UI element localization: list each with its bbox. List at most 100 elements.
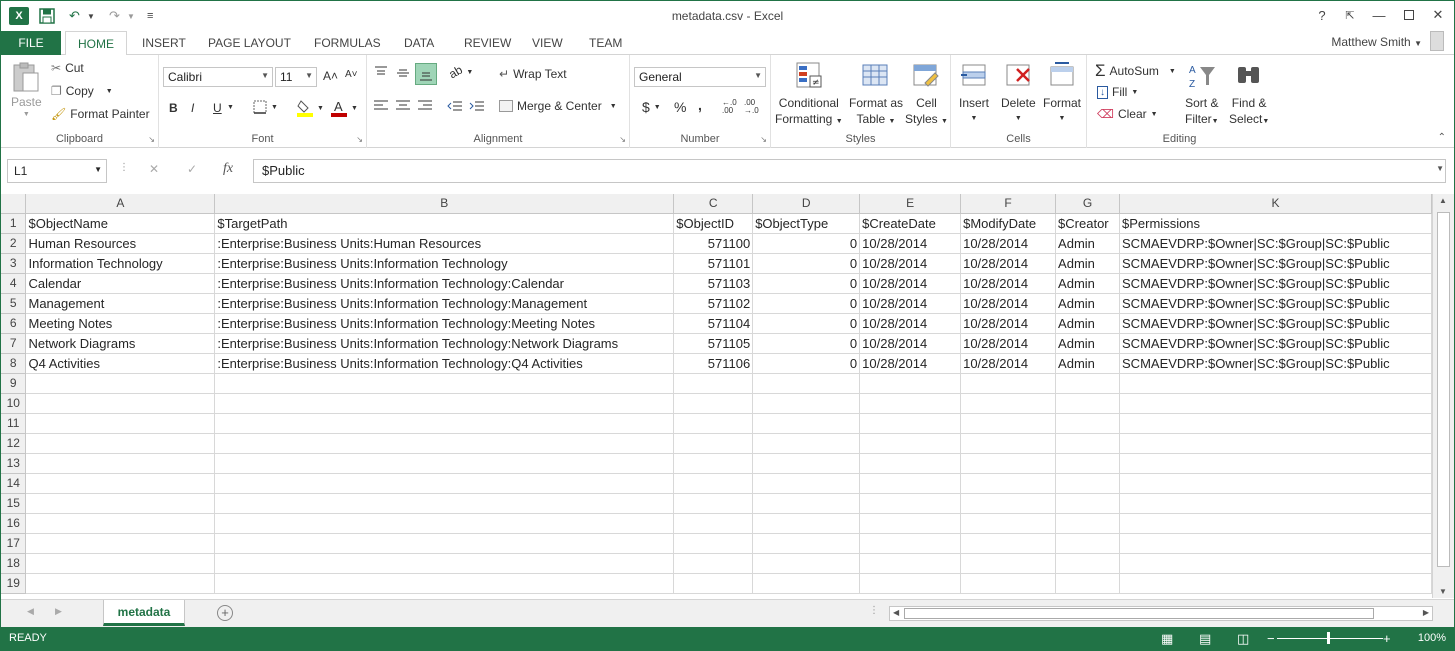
zoom-slider[interactable] <box>1277 638 1383 639</box>
row-header[interactable]: 8 <box>1 353 27 374</box>
grid-cell[interactable] <box>214 553 675 574</box>
percent-button[interactable]: % <box>674 99 686 115</box>
grid-cell[interactable] <box>25 553 216 574</box>
grid-cell[interactable] <box>214 393 675 414</box>
grid-cell[interactable]: 10/28/2014 <box>960 273 1057 294</box>
grid-cell[interactable]: SCMAEVDRP:$Owner|SC:$Group|SC:$Public <box>1119 313 1432 334</box>
grid-cell[interactable] <box>25 433 216 454</box>
grid-cell[interactable] <box>960 493 1057 514</box>
vertical-scroll-thumb[interactable] <box>1437 212 1450 567</box>
scroll-down-icon[interactable]: ▼ <box>1439 587 1447 596</box>
formula-input[interactable]: $Public <box>253 159 1446 183</box>
grid-cell[interactable]: SCMAEVDRP:$Owner|SC:$Group|SC:$Public <box>1119 333 1432 354</box>
grid-cell[interactable]: 571104 <box>673 313 754 334</box>
column-header[interactable]: B <box>214 194 675 214</box>
grid-cell[interactable] <box>1119 393 1432 414</box>
grid-cell[interactable]: $TargetPath <box>214 213 675 234</box>
row-header[interactable]: 7 <box>1 333 27 354</box>
grid-cell[interactable] <box>25 533 216 554</box>
grid-cell[interactable] <box>752 393 861 414</box>
cut-button[interactable]: ✂ Cut <box>51 61 84 75</box>
format-as-table-button[interactable]: Format as Table ▼ <box>849 61 903 130</box>
zoom-out-button[interactable]: − <box>1267 631 1275 646</box>
tab-data[interactable]: DATA <box>404 31 434 55</box>
grid-cell[interactable]: SCMAEVDRP:$Owner|SC:$Group|SC:$Public <box>1119 253 1432 274</box>
wrap-text-button[interactable]: ↵ Wrap Text <box>499 67 567 81</box>
row-header[interactable]: 6 <box>1 313 27 334</box>
grid-cell[interactable] <box>214 573 675 594</box>
grid-cell[interactable] <box>859 553 962 574</box>
tab-page-layout[interactable]: PAGE LAYOUT <box>208 31 291 55</box>
column-header[interactable]: D <box>752 194 861 214</box>
grid-cell[interactable]: :Enterprise:Business Units:Information T… <box>214 313 675 334</box>
fill-button[interactable]: ↓ Fill ▼ <box>1097 85 1138 99</box>
borders-button[interactable]: ▼ <box>253 100 278 114</box>
grid-cell[interactable] <box>214 533 675 554</box>
grid-cell[interactable]: $ObjectID <box>673 213 754 234</box>
row-header[interactable]: 14 <box>1 473 27 494</box>
row-header[interactable]: 12 <box>1 433 27 454</box>
zoom-in-button[interactable]: + <box>1383 631 1391 646</box>
normal-view-icon[interactable]: ▦ <box>1161 631 1173 647</box>
autosum-button[interactable]: Σ AutoSum ▼ <box>1095 61 1176 81</box>
grid-cell[interactable]: Admin <box>1055 353 1121 374</box>
grid-cell[interactable] <box>752 553 861 574</box>
grid-cell[interactable] <box>1119 553 1432 574</box>
grid-cell[interactable] <box>752 573 861 594</box>
grid-cell[interactable] <box>25 573 216 594</box>
grid-cell[interactable] <box>25 393 216 414</box>
tab-review[interactable]: REVIEW <box>464 31 511 55</box>
grid-cell[interactable] <box>25 493 216 514</box>
grid-cell[interactable]: SCMAEVDRP:$Owner|SC:$Group|SC:$Public <box>1119 353 1432 374</box>
help-button[interactable]: ? <box>1309 4 1335 26</box>
tab-team[interactable]: TEAM <box>589 31 622 55</box>
cancel-entry-button[interactable]: ✕ <box>149 162 159 176</box>
grid-cell[interactable]: :Enterprise:Business Units:Information T… <box>214 253 675 274</box>
grid-cell[interactable] <box>1055 553 1121 574</box>
clear-button[interactable]: ⌫ Clear ▼ <box>1097 107 1158 121</box>
grid-cell[interactable]: 10/28/2014 <box>960 293 1057 314</box>
grid-cell[interactable]: Calendar <box>25 273 216 294</box>
grid-cell[interactable]: SCMAEVDRP:$Owner|SC:$Group|SC:$Public <box>1119 233 1432 254</box>
grid-cell[interactable] <box>960 433 1057 454</box>
grid-cell[interactable]: 0 <box>752 273 861 294</box>
grid-cell[interactable] <box>25 373 216 394</box>
grid-cell[interactable] <box>960 533 1057 554</box>
middle-align-button[interactable] <box>395 65 411 81</box>
row-header[interactable]: 17 <box>1 533 27 554</box>
row-header[interactable]: 16 <box>1 513 27 534</box>
grid-cell[interactable] <box>673 573 754 594</box>
restore-button[interactable] <box>1396 4 1422 26</box>
number-format-select[interactable]: General ▼ <box>634 67 766 87</box>
row-header[interactable]: 3 <box>1 253 27 274</box>
column-header[interactable]: G <box>1055 194 1121 214</box>
grid-cell[interactable] <box>960 573 1057 594</box>
grid-cell[interactable] <box>673 433 754 454</box>
grid-cell[interactable]: 10/28/2014 <box>960 333 1057 354</box>
grid-cell[interactable] <box>1055 373 1121 394</box>
grid-cell[interactable]: 10/28/2014 <box>859 313 962 334</box>
tab-insert[interactable]: INSERT <box>142 31 186 55</box>
grid-cell[interactable] <box>1055 493 1121 514</box>
grid-cell[interactable] <box>1119 493 1432 514</box>
cell-styles-button[interactable]: Cell Styles ▼ <box>905 61 948 130</box>
orientation-button[interactable]: ab ▼ <box>446 63 473 82</box>
grid-cell[interactable] <box>752 433 861 454</box>
grid-cell[interactable]: :Enterprise:Business Units:Information T… <box>214 333 675 354</box>
column-header[interactable]: E <box>859 194 962 214</box>
fill-color-button[interactable]: ▼ <box>297 99 324 117</box>
minimize-button[interactable]: — <box>1366 4 1392 26</box>
grid-cell[interactable] <box>1055 433 1121 454</box>
grid-cell[interactable] <box>1055 413 1121 434</box>
shrink-font-button[interactable]: A˅ <box>345 69 358 80</box>
column-header[interactable]: A <box>25 194 216 214</box>
increase-decimal-button[interactable]: ←.0 .00 <box>722 99 737 115</box>
grid-cell[interactable] <box>1119 373 1432 394</box>
decrease-indent-button[interactable] <box>447 99 463 113</box>
grid-cell[interactable]: $ObjectName <box>25 213 216 234</box>
grid-cell[interactable] <box>1055 533 1121 554</box>
horizontal-scrollbar[interactable]: ◀ ▶ <box>889 606 1433 621</box>
grid-cell[interactable]: Management <box>25 293 216 314</box>
row-header[interactable]: 15 <box>1 493 27 514</box>
grid-cell[interactable]: 571102 <box>673 293 754 314</box>
